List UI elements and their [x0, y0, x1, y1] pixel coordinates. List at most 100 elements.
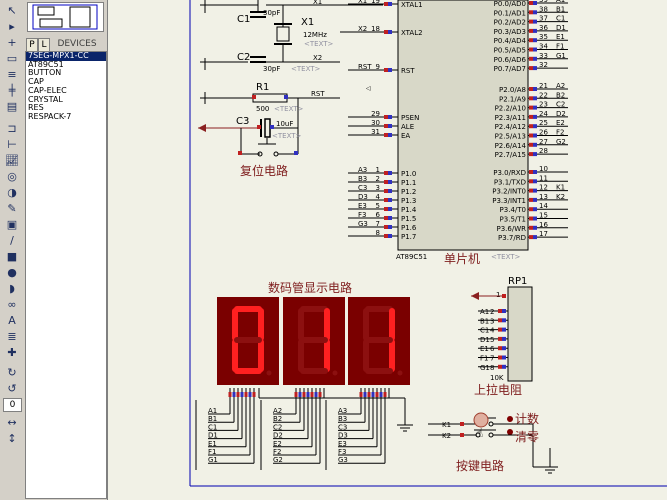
marker-icon[interactable]: ✚: [4, 346, 20, 360]
pin-marker: [529, 235, 533, 240]
text-script-icon[interactable]: ≡: [4, 68, 20, 82]
mcu-pin-number: 25: [539, 119, 548, 127]
x1-ref: X1: [301, 17, 314, 28]
clear-key-label[interactable]: 清零: [515, 430, 539, 444]
bus-net-label: F3: [338, 448, 346, 456]
pin-marker: [244, 392, 248, 397]
pin-marker: [375, 392, 379, 397]
graph-icon[interactable]: 📈︎: [4, 154, 20, 168]
pick-device-button[interactable]: P: [26, 38, 38, 52]
mcu-pin-number: 17: [539, 230, 548, 238]
overview-preview[interactable]: [27, 2, 104, 32]
rotate-ccw-icon[interactable]: ↺: [4, 382, 20, 396]
mcu-pin-net: K2: [556, 193, 565, 201]
net-x2-label: X2: [313, 54, 322, 62]
probe-icon[interactable]: ✎: [4, 202, 20, 216]
mcu-pin-net: E3: [358, 202, 367, 210]
mcu-pin-net: K1: [556, 184, 565, 192]
rp1-net-label: B1: [480, 317, 489, 325]
decimal-point: [397, 370, 403, 376]
box-icon[interactable]: ■: [4, 250, 20, 264]
arc-icon[interactable]: ◗: [4, 282, 20, 296]
pin-marker: [533, 96, 537, 101]
c2-value: 30pF: [263, 65, 280, 73]
pin-marker: [388, 207, 392, 211]
path-icon[interactable]: ∞: [4, 298, 20, 312]
pin-marker: [383, 392, 387, 397]
pin-marker: [294, 392, 298, 397]
count-key-label[interactable]: 计数: [515, 411, 539, 426]
text-icon[interactable]: A: [4, 314, 20, 328]
mirror-vertical-icon[interactable]: ↕: [4, 432, 20, 446]
mcu-pin-number: 35: [539, 33, 548, 41]
device-list-item[interactable]: RESPACK-7: [26, 112, 106, 122]
pin-marker: [533, 133, 537, 138]
mcu-pin-net: A3: [358, 166, 367, 174]
mcu-pin-net: X2: [358, 25, 367, 33]
pin-marker: [529, 87, 533, 91]
bus-icon[interactable]: ╪: [4, 84, 20, 98]
pin-marker: [310, 392, 314, 397]
reset-circuit: [198, 92, 340, 157]
select-mode-icon[interactable]: ↖: [4, 4, 20, 18]
device-list[interactable]: 7SEG-MPX1-CC AT89C51 BUTTON CAP CAP-ELEC CRYS…: [25, 51, 107, 499]
mcu-pin-name: P1.3: [401, 197, 416, 205]
rotation-value-field[interactable]: 0: [3, 398, 22, 412]
terminal-icon[interactable]: ⊐: [4, 122, 20, 136]
c3-ref: C3: [236, 116, 249, 127]
pin-marker: [529, 56, 533, 61]
circle-icon[interactable]: ●: [4, 266, 20, 280]
library-button[interactable]: L: [38, 38, 50, 52]
mcu-pin-name: P2.5/A13: [495, 133, 526, 141]
generator-icon[interactable]: ◑: [4, 186, 20, 200]
mcu-pin-net: A1: [556, 0, 565, 4]
subcircuit-icon[interactable]: ▤: [4, 100, 20, 114]
pin-marker: [384, 207, 388, 211]
mcu-pin-number: 4: [376, 193, 381, 201]
mcu-pin-name: P0.2/AD2: [494, 19, 526, 27]
mcu-pin-name: P1.6: [401, 224, 417, 232]
pin-marker: [359, 392, 363, 397]
junction-icon[interactable]: +: [4, 36, 20, 50]
symbol-icon[interactable]: ≣: [4, 330, 20, 344]
pin-icon[interactable]: ⊢: [4, 138, 20, 152]
pin-marker: [302, 392, 306, 397]
pin-marker: [498, 346, 502, 351]
bus-net-label: G2: [273, 456, 283, 464]
mcu-pin-net: D3: [358, 193, 368, 201]
rp1-pin-number: 6: [490, 345, 495, 353]
tape-icon[interactable]: ◎: [4, 170, 20, 184]
pin-marker: [388, 115, 392, 119]
mcu-pin-number: 37: [539, 15, 548, 23]
mcu-pin-name: P3.6/WR: [497, 225, 527, 233]
mcu-pin-net: RST: [358, 63, 372, 71]
pin-marker: [529, 96, 533, 101]
display-title: 数码管显示电路: [268, 280, 352, 295]
wire-label-icon[interactable]: ▭: [4, 52, 20, 66]
pin-marker: [529, 105, 533, 110]
rp1-pin-number: 5: [490, 336, 494, 344]
instrument-icon[interactable]: ▣: [4, 218, 20, 232]
component-mode-icon[interactable]: ▸: [4, 20, 20, 34]
mcu-pin-name: P3.4/T0: [500, 206, 526, 214]
pin-marker: [384, 180, 388, 184]
pin-marker: [236, 392, 240, 397]
schematic-canvas[interactable]: C1 30pF C2 30pF X1 12MHz <TEXT> <TEXT> X…: [108, 0, 667, 500]
mcu-pin-number: 33: [539, 52, 548, 60]
mirror-horizontal-icon[interactable]: ↔: [4, 416, 20, 430]
rotate-cw-icon[interactable]: ↻: [4, 366, 20, 380]
pin-marker: [384, 171, 388, 175]
decimal-point: [266, 370, 272, 376]
line-icon[interactable]: /: [4, 234, 20, 248]
pin-marker: [533, 124, 537, 129]
r1-ref: R1: [256, 82, 269, 93]
mcu-pin-number: 30: [371, 119, 380, 127]
mcu-pin-number: 5: [376, 202, 380, 210]
mcu-pin-number: 12: [539, 184, 548, 192]
bus-net-label: F2: [273, 448, 281, 456]
mcu-pin-number: 32: [539, 61, 548, 69]
pin-marker: [529, 47, 533, 52]
net-x1-label: X1: [313, 0, 322, 6]
bus-net-label: E3: [338, 440, 347, 448]
pin-marker: [529, 133, 533, 138]
